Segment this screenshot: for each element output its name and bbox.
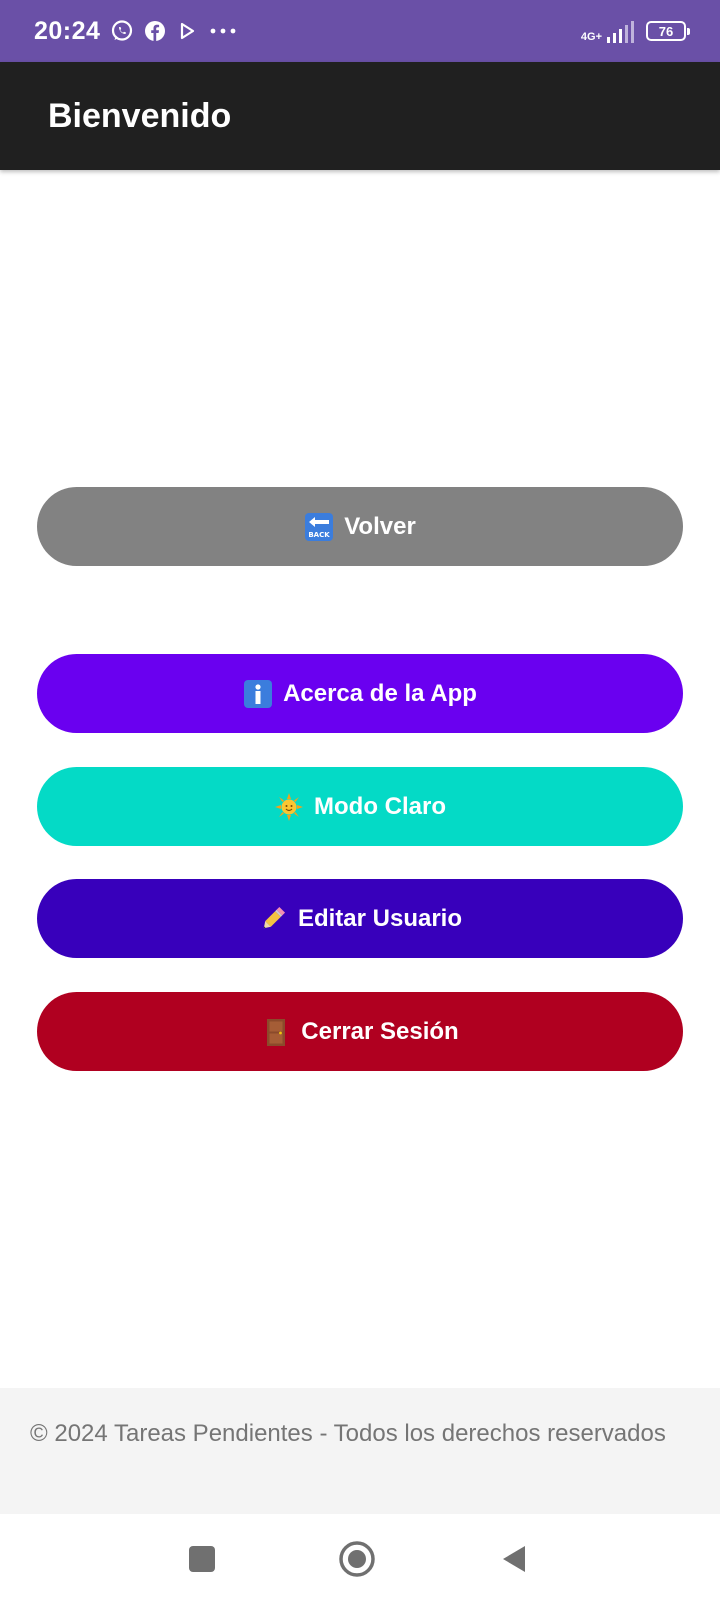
edit-user-button-label: Editar Usuario [297,904,463,932]
facebook-icon [144,20,166,42]
footer-copyright: © 2024 Tareas Pendientes - Todos los der… [30,1420,666,1447]
footer: © 2024 Tareas Pendientes - Todos los der… [0,1388,720,1514]
back-triangle-icon[interactable] [489,1534,539,1584]
page-title: Bienvenido [48,96,232,135]
whatsapp-icon [110,19,134,43]
network-indicator: 4G+ [581,19,634,43]
network-label: 4G+ [580,31,602,43]
light-mode-button-label: Modo Claro [314,792,446,820]
light-mode-button[interactable]: Modo Claro [37,767,683,846]
status-bar: 20:24 4G+ 76 [0,0,720,62]
back-arrow-icon: BACK [304,512,334,542]
pencil-icon [258,904,288,934]
status-left: 20:24 [34,17,238,46]
app-bar: Bienvenido [0,62,720,170]
recents-square-icon[interactable] [177,1534,227,1584]
info-icon [243,679,273,709]
more-dots-icon [208,26,238,36]
door-icon [261,1017,291,1047]
edit-user-button[interactable]: Editar Usuario [37,879,683,958]
sun-icon [274,792,304,822]
back-button[interactable]: BACK Volver [37,487,683,566]
logout-button[interactable]: Cerrar Sesión [37,992,683,1071]
about-app-button[interactable]: Acerca de la App [37,654,683,733]
svg-text:BACK: BACK [309,531,331,539]
play-store-icon [176,20,198,42]
logout-button-label: Cerrar Sesión [301,1017,459,1045]
status-time: 20:24 [34,16,101,45]
battery-icon: 76 [646,21,690,41]
status-right: 4G+ 76 [581,19,690,43]
about-app-button-label: Acerca de la App [283,679,477,707]
home-circle-icon[interactable] [332,1534,382,1584]
signal-icon [606,21,634,43]
battery-level: 76 [658,23,674,39]
system-nav-bar [0,1514,720,1600]
back-button-label: Volver [344,512,416,540]
